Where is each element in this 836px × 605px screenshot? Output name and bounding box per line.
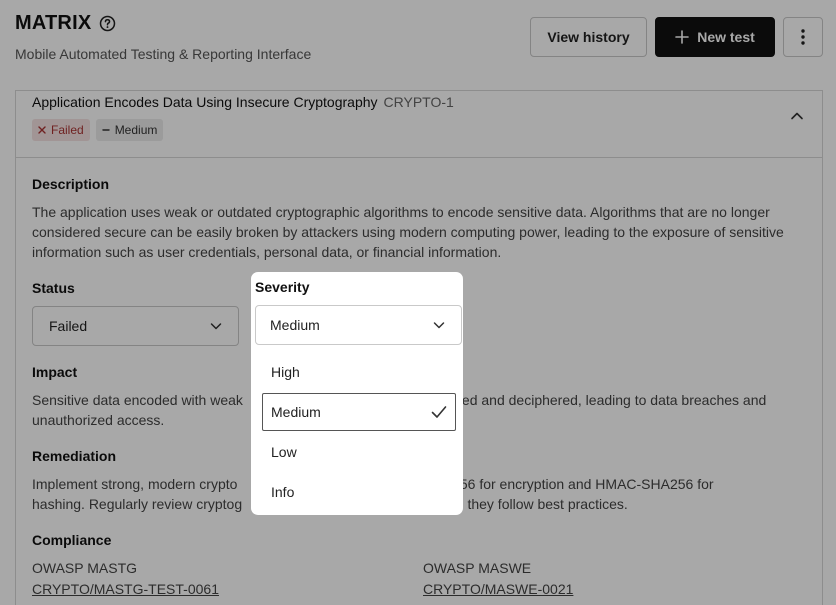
severity-option-label: High <box>271 364 300 380</box>
chevron-down-icon <box>433 322 445 329</box>
severity-label: Severity <box>255 279 310 295</box>
severity-option-info[interactable]: Info <box>262 473 456 511</box>
severity-option-medium[interactable]: Medium <box>262 393 456 431</box>
severity-select-value: Medium <box>270 317 320 333</box>
checkmark-icon <box>431 406 447 418</box>
severity-option-low[interactable]: Low <box>262 433 456 471</box>
severity-select[interactable]: Medium <box>255 305 462 345</box>
severity-popover: Severity Medium High Medium Low Info <box>251 272 463 515</box>
severity-option-high[interactable]: High <box>262 353 456 391</box>
severity-option-label: Low <box>271 444 297 460</box>
severity-option-label: Info <box>271 484 295 500</box>
page: MATRIX Mobile Automated Testing & Report… <box>0 0 836 605</box>
severity-option-label: Medium <box>271 404 321 420</box>
severity-options-list: High Medium Low Info <box>255 349 462 515</box>
